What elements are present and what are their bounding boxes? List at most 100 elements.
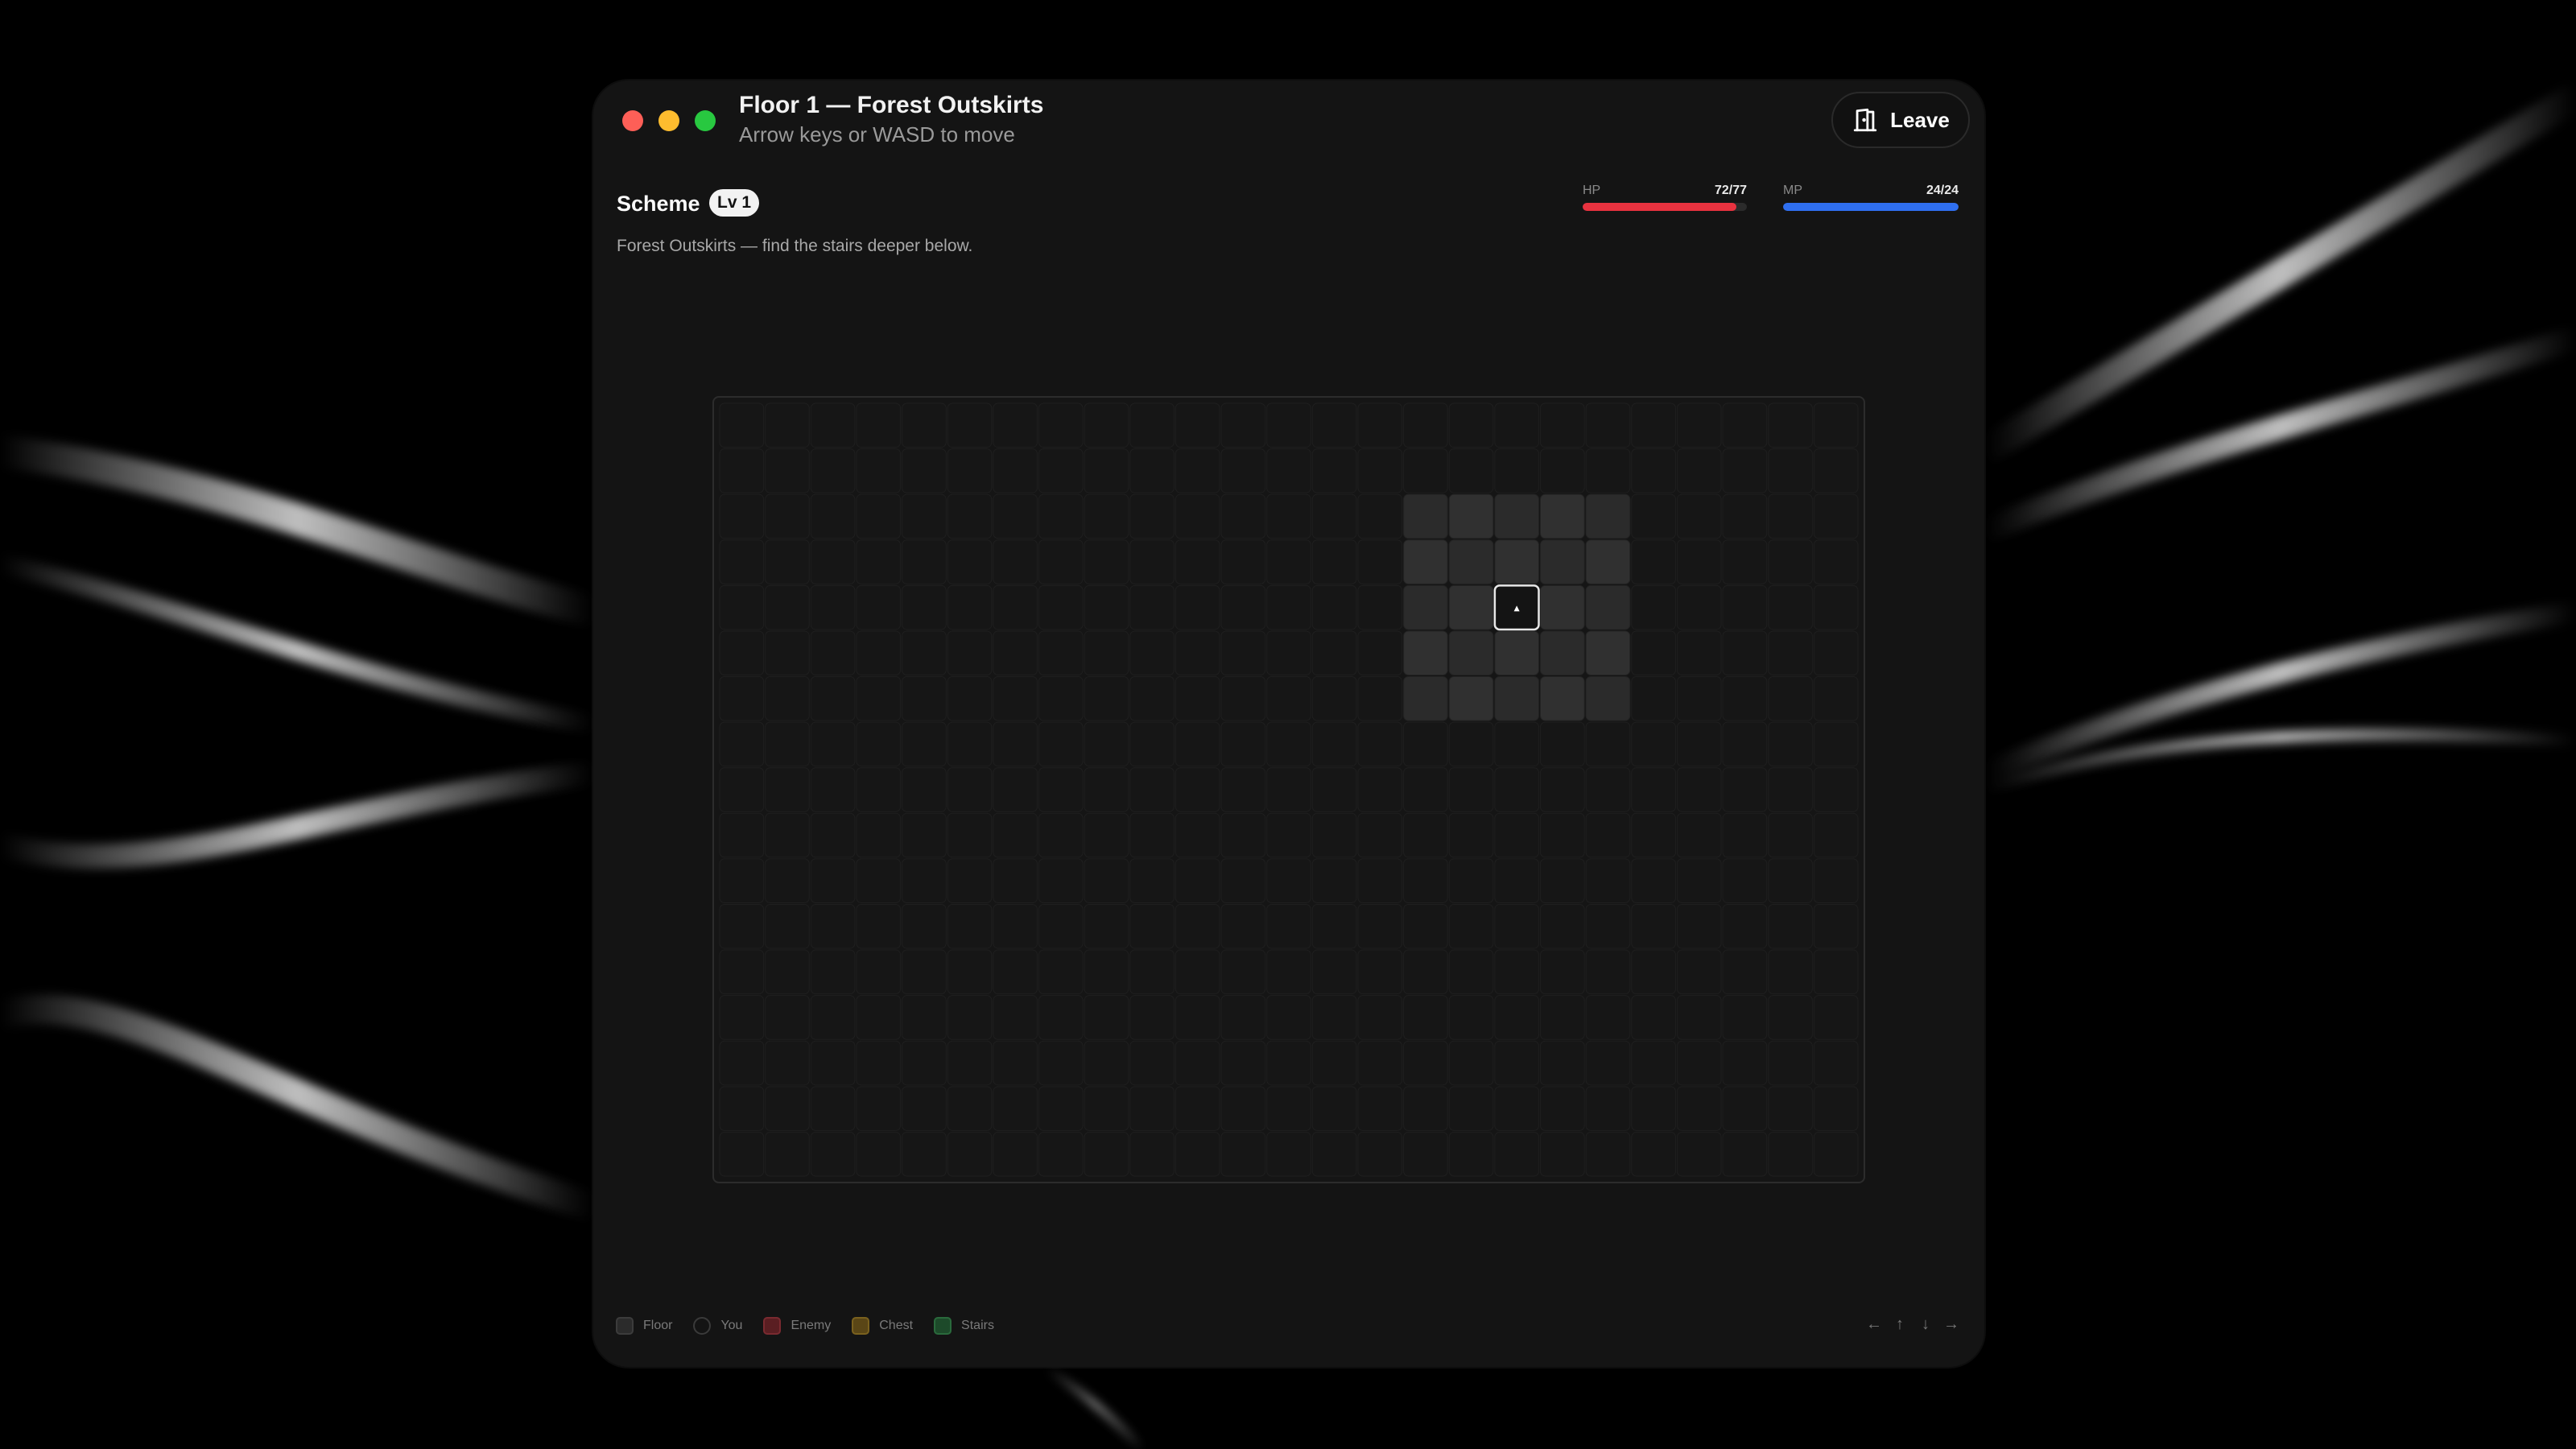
hidden-tile xyxy=(1220,995,1266,1040)
close-window-button[interactable] xyxy=(622,110,643,131)
hidden-tile xyxy=(719,995,765,1040)
hidden-tile xyxy=(1038,1086,1084,1131)
hidden-tile xyxy=(993,995,1038,1040)
hidden-tile xyxy=(1266,1040,1311,1086)
hidden-tile xyxy=(1813,721,1859,767)
hidden-tile xyxy=(1266,584,1311,630)
hidden-tile xyxy=(1768,448,1813,493)
hidden-tile xyxy=(1084,539,1129,584)
hidden-tile xyxy=(947,676,993,721)
hidden-tile xyxy=(1084,630,1129,676)
hidden-tile xyxy=(810,721,856,767)
hidden-tile xyxy=(947,721,993,767)
hidden-tile xyxy=(1266,812,1311,858)
hidden-tile xyxy=(902,539,947,584)
legend-label: Stairs xyxy=(961,1319,994,1332)
player-marker-icon: ▴ xyxy=(1514,602,1520,615)
legend-item-chest: Chest xyxy=(852,1317,913,1335)
hidden-tile xyxy=(993,630,1038,676)
hidden-tile xyxy=(1403,903,1448,949)
legend-swatch xyxy=(616,1317,634,1335)
level-badge: Lv 1 xyxy=(709,189,760,217)
hidden-tile xyxy=(1722,676,1768,721)
hidden-tile xyxy=(856,402,902,448)
hidden-tile xyxy=(947,1131,993,1177)
hidden-tile xyxy=(856,903,902,949)
hidden-tile xyxy=(947,402,993,448)
hidden-tile xyxy=(993,539,1038,584)
hidden-tile xyxy=(947,767,993,812)
hidden-tile xyxy=(1311,812,1357,858)
hidden-tile xyxy=(1266,1131,1311,1177)
hidden-tile xyxy=(1631,493,1676,539)
hidden-tile xyxy=(993,448,1038,493)
hidden-tile xyxy=(1038,812,1084,858)
hidden-tile xyxy=(1311,584,1357,630)
hidden-tile xyxy=(1129,584,1174,630)
hidden-tile xyxy=(719,448,765,493)
hidden-tile xyxy=(1813,995,1859,1040)
floor-tile xyxy=(1403,584,1448,630)
hidden-tile xyxy=(1448,949,1494,995)
maximize-window-button[interactable] xyxy=(695,110,716,131)
hidden-tile xyxy=(1357,539,1403,584)
hidden-tile xyxy=(902,903,947,949)
hidden-tile xyxy=(1357,995,1403,1040)
hidden-tile xyxy=(765,584,810,630)
hidden-tile xyxy=(1676,584,1722,630)
hidden-tile xyxy=(810,1131,856,1177)
hidden-tile xyxy=(719,539,765,584)
hidden-tile xyxy=(1357,812,1403,858)
leave-button[interactable]: Leave xyxy=(1831,92,1970,148)
hidden-tile xyxy=(1722,584,1768,630)
hidden-tile xyxy=(1038,584,1084,630)
hidden-tile xyxy=(765,1086,810,1131)
hidden-tile xyxy=(1311,903,1357,949)
hidden-tile xyxy=(1174,995,1220,1040)
hidden-tile xyxy=(1448,858,1494,903)
hidden-tile xyxy=(856,1131,902,1177)
hidden-tile xyxy=(947,1086,993,1131)
hidden-tile xyxy=(1540,721,1585,767)
floor-tile xyxy=(1585,630,1631,676)
hidden-tile xyxy=(856,995,902,1040)
hidden-tile xyxy=(1813,1040,1859,1086)
hidden-tile xyxy=(1357,1086,1403,1131)
hidden-tile xyxy=(1038,676,1084,721)
hidden-tile xyxy=(1174,1040,1220,1086)
hidden-tile xyxy=(1813,402,1859,448)
hidden-tile xyxy=(1403,721,1448,767)
hidden-tile xyxy=(856,448,902,493)
dungeon-map[interactable]: ▴ xyxy=(712,396,1865,1183)
hidden-tile xyxy=(1220,676,1266,721)
hidden-tile xyxy=(1311,721,1357,767)
hidden-tile xyxy=(902,1131,947,1177)
hidden-tile xyxy=(1311,539,1357,584)
hidden-tile xyxy=(1676,539,1722,584)
arrow-down-icon[interactable]: ↓ xyxy=(1917,1312,1934,1336)
arrow-up-icon[interactable]: ↑ xyxy=(1891,1312,1909,1336)
arrow-right-icon[interactable]: → xyxy=(1942,1312,1960,1336)
hidden-tile xyxy=(1448,448,1494,493)
hidden-tile xyxy=(1403,1086,1448,1131)
hidden-tile xyxy=(1129,995,1174,1040)
hidden-tile xyxy=(1540,1086,1585,1131)
hidden-tile xyxy=(1676,1131,1722,1177)
hidden-tile xyxy=(1448,767,1494,812)
hidden-tile xyxy=(1631,1131,1676,1177)
hidden-tile xyxy=(947,949,993,995)
hidden-tile xyxy=(810,995,856,1040)
legend-label: Enemy xyxy=(791,1319,832,1332)
hidden-tile xyxy=(1494,1086,1540,1131)
hidden-tile xyxy=(1722,1086,1768,1131)
hidden-tile xyxy=(993,903,1038,949)
hidden-tile xyxy=(1129,402,1174,448)
hidden-tile xyxy=(1084,903,1129,949)
hidden-tile xyxy=(719,402,765,448)
hidden-tile xyxy=(1813,767,1859,812)
hidden-tile xyxy=(1676,721,1722,767)
arrow-left-icon[interactable]: ← xyxy=(1865,1312,1883,1336)
hp-meter: HP 72/77 xyxy=(1583,184,1747,224)
hidden-tile xyxy=(1038,493,1084,539)
minimize-window-button[interactable] xyxy=(658,110,679,131)
